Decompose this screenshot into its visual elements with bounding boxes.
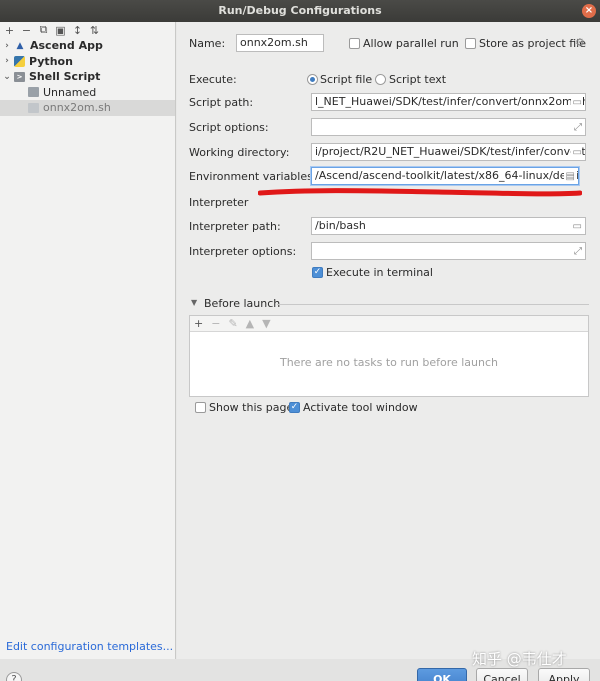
- copy-config-icon[interactable]: ⧉: [38, 23, 49, 37]
- tree-item-label: Python: [29, 54, 73, 68]
- close-window-button[interactable]: ×: [582, 4, 596, 18]
- interpreter-path-value: /bin/bash: [315, 219, 366, 232]
- gear-icon[interactable]: ⚙: [575, 36, 585, 49]
- ok-button[interactable]: OK: [417, 668, 467, 681]
- save-config-icon[interactable]: ▣: [55, 24, 66, 37]
- working-directory-label: Working directory:: [189, 146, 290, 159]
- name-input[interactable]: onnx2om.sh: [236, 34, 324, 52]
- tree-item-shell-script[interactable]: ⌄ > Shell Script: [0, 69, 175, 85]
- chevron-right-icon[interactable]: ›: [0, 41, 14, 51]
- script-options-label: Script options:: [189, 121, 269, 134]
- config-sidebar: + − ⧉ ▣ ↕ ⇅ › ▲ Ascend App › Python ⌄ > …: [0, 22, 176, 659]
- remove-config-icon[interactable]: −: [21, 24, 32, 37]
- python-icon: [14, 55, 25, 67]
- execute-label: Execute:: [189, 73, 237, 86]
- folder-icon[interactable]: ▭: [570, 95, 582, 110]
- browse-env-icon[interactable]: ▤: [563, 169, 575, 184]
- interpreter-section-title: Interpreter: [189, 196, 249, 209]
- window-titlebar: Run/Debug Configurations ×: [0, 0, 600, 22]
- ascend-icon: ▲: [16, 40, 24, 51]
- execute-terminal-label: Execute in terminal: [326, 266, 433, 279]
- environment-variables-label: Environment variables:: [189, 170, 317, 183]
- before-launch-panel: + − ✎ ▲ ▼ There are no tasks to run befo…: [189, 315, 589, 397]
- window-title: Run/Debug Configurations: [218, 4, 382, 17]
- tree-item-label: Shell Script: [29, 70, 101, 84]
- activate-tool-window-checkbox[interactable]: ✓: [289, 402, 300, 413]
- show-page-label: Show this page: [209, 401, 294, 414]
- tree-item-label: onnx2om.sh: [43, 101, 111, 115]
- script-file-radio[interactable]: [307, 74, 318, 85]
- working-directory-value: i/project/R2U_NET_Huawei/SDK/test/infer/…: [315, 145, 586, 158]
- script-text-label: Script text: [389, 73, 447, 86]
- sort-icon[interactable]: ⇅: [89, 24, 100, 37]
- watermark-text: 知乎 @韦仕才: [472, 650, 567, 668]
- remove-task-icon[interactable]: −: [211, 317, 220, 330]
- expand-icon[interactable]: ⤢: [572, 244, 582, 259]
- tree-item-ascend-app[interactable]: › ▲ Ascend App: [0, 38, 175, 54]
- script-path-input[interactable]: l_NET_Huawei/SDK/test/infer/convert/onnx…: [311, 93, 586, 111]
- before-launch-empty-text: There are no tasks to run before launch: [279, 356, 499, 369]
- edit-templates-link[interactable]: Edit configuration templates...: [6, 640, 173, 653]
- script-text-radio[interactable]: [375, 74, 386, 85]
- move-up-icon[interactable]: ▲: [246, 317, 254, 330]
- expand-icon[interactable]: ⤢: [572, 120, 582, 135]
- add-config-icon[interactable]: +: [4, 24, 15, 37]
- script-file-icon: [28, 87, 39, 98]
- chevron-down-icon[interactable]: ⌄: [0, 72, 14, 82]
- help-button[interactable]: ?: [6, 672, 22, 681]
- folder-icon[interactable]: ▭: [570, 145, 582, 160]
- shell-script-icon: >: [14, 71, 25, 82]
- interpreter-path-input[interactable]: /bin/bash ▭: [311, 217, 586, 235]
- interpreter-options-label: Interpreter options:: [189, 245, 297, 258]
- script-options-input[interactable]: ⤢: [311, 118, 586, 136]
- folder-icon[interactable]: ▭: [570, 219, 582, 234]
- chevron-down-icon[interactable]: ▼: [191, 298, 197, 307]
- store-project-label: Store as project file: [479, 37, 586, 50]
- tree-item-python[interactable]: › Python: [0, 54, 175, 70]
- tree-item-label: Unnamed: [43, 85, 97, 99]
- environment-variables-value: /Ascend/ascend-toolkit/latest/x86_64-lin…: [315, 169, 579, 182]
- section-divider: [277, 304, 589, 305]
- execute-terminal-checkbox[interactable]: ✓: [312, 267, 323, 278]
- script-path-value: l_NET_Huawei/SDK/test/infer/convert/onnx…: [315, 95, 586, 108]
- red-annotation-underline: [258, 188, 582, 197]
- script-file-label: Script file: [320, 73, 373, 86]
- config-form: Name: onnx2om.sh Allow parallel run Stor…: [177, 22, 600, 659]
- before-launch-toolbar: + − ✎ ▲ ▼: [190, 316, 588, 332]
- config-tree: › ▲ Ascend App › Python ⌄ > Shell Script…: [0, 38, 175, 116]
- apply-button[interactable]: Apply: [538, 668, 590, 681]
- interpreter-options-input[interactable]: ⤢: [311, 242, 586, 260]
- edit-task-icon[interactable]: ✎: [228, 317, 237, 330]
- allow-parallel-label: Allow parallel run: [363, 37, 459, 50]
- name-label: Name:: [189, 37, 226, 50]
- cancel-button[interactable]: Cancel: [476, 668, 528, 681]
- interpreter-path-label: Interpreter path:: [189, 220, 281, 233]
- move-down-icon[interactable]: ▼: [262, 317, 270, 330]
- script-path-label: Script path:: [189, 96, 254, 109]
- chevron-right-icon[interactable]: ›: [0, 56, 14, 66]
- script-file-icon: [28, 102, 39, 113]
- store-project-checkbox[interactable]: [465, 38, 476, 49]
- tree-item-onnx2om[interactable]: onnx2om.sh: [0, 100, 175, 116]
- working-directory-input[interactable]: i/project/R2U_NET_Huawei/SDK/test/infer/…: [311, 143, 586, 161]
- tree-item-unnamed[interactable]: Unnamed: [0, 85, 175, 101]
- move-icon[interactable]: ↕: [72, 24, 83, 37]
- before-launch-label: Before launch: [204, 297, 281, 310]
- activate-tool-window-label: Activate tool window: [303, 401, 418, 414]
- add-task-icon[interactable]: +: [194, 317, 203, 330]
- sidebar-toolbar: + − ⧉ ▣ ↕ ⇅: [0, 22, 175, 38]
- allow-parallel-checkbox[interactable]: [349, 38, 360, 49]
- tree-item-label: Ascend App: [30, 39, 103, 53]
- environment-variables-input[interactable]: /Ascend/ascend-toolkit/latest/x86_64-lin…: [311, 167, 579, 185]
- show-page-checkbox[interactable]: [195, 402, 206, 413]
